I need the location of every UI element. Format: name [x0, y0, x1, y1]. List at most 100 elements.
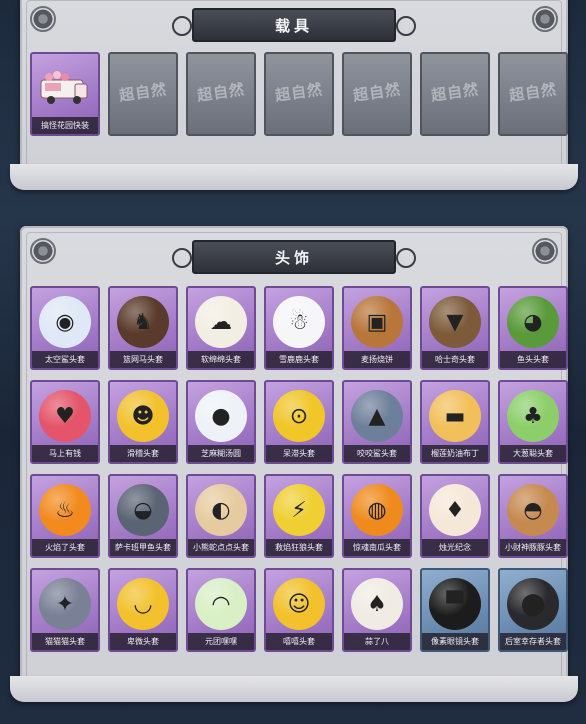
sad-head-icon: ◡ — [117, 578, 169, 630]
item-label: 火焰了头套 — [32, 539, 98, 556]
locked-watermark: 超自然 — [274, 80, 325, 105]
headwear-card[interactable]: ♥ 马上有钱 — [30, 380, 100, 464]
headwear-card[interactable]: ▲ 咬咬鲨头套 — [342, 380, 412, 464]
section-title-headwear: 头饰 — [172, 240, 416, 274]
toast-head-icon: ▣ — [351, 296, 403, 348]
item-label: 萨卡班甲鱼头套 — [110, 539, 176, 556]
vehicle-card-locked[interactable]: 超自然 — [186, 52, 256, 136]
item-label: 呆滞头套 — [266, 445, 332, 462]
headwear-card[interactable]: ◉ 太空鲨头套 — [30, 286, 100, 370]
section-title-vehicles: 载具 — [172, 8, 416, 42]
item-label: 咬咬鲨头套 — [344, 445, 410, 462]
vehicle-card-locked[interactable]: 超自然 — [498, 52, 568, 136]
item-label: 太空鲨头套 — [32, 351, 98, 368]
headwear-card[interactable]: ◐ 小熊蛇点点头套 — [186, 474, 256, 558]
cat-head-icon: ✦ — [39, 578, 91, 630]
headwear-card[interactable]: ▣ 麦扬烧饼 — [342, 286, 412, 370]
item-label: 元团嘿嘿 — [188, 633, 254, 650]
food-truck-icon — [40, 71, 88, 104]
item-label: 搞怪花园快装 — [32, 117, 98, 134]
item-label: 像素眼镜头套 — [422, 633, 488, 650]
flame-head-icon: ♨ — [39, 484, 91, 536]
item-label: 哈士奇头套 — [422, 351, 488, 368]
vehicle-card-locked[interactable]: 超自然 — [108, 52, 178, 136]
shark-head-icon: ◉ — [39, 296, 91, 348]
item-label: 救焰狂狼头套 — [266, 539, 332, 556]
headwear-grid: ◉ 太空鲨头套 ♞ 篮网马头套 ☁ 软绵绵头套 ☃ 雪鹿鹿头套 ▣ 麦扬烧饼 ▼ 哈士奇头套 ◕ 鱼头头套… — [30, 286, 568, 652]
vehicle-card-locked[interactable]: 超自然 — [342, 52, 412, 136]
locked-watermark: 超自然 — [196, 80, 247, 105]
vehicle-card[interactable]: 搞怪花园快装 — [30, 52, 100, 136]
item-label: 软绵绵头套 — [188, 351, 254, 368]
item-label: 大葱聪头套 — [500, 445, 566, 462]
dumpling-head-icon: ● — [195, 390, 247, 442]
vehicle-card-locked[interactable]: 超自然 — [420, 52, 490, 136]
headwear-card[interactable]: ♦ 烛光纪念 — [420, 474, 490, 558]
locked-watermark: 超自然 — [430, 80, 481, 105]
headwear-card[interactable]: ◡ 卑微头套 — [108, 568, 178, 652]
headwear-card[interactable]: ● 芝麻糊汤圆 — [186, 380, 256, 464]
headwear-card[interactable]: ◓ 小财神豚豚头套 — [498, 474, 568, 558]
corner-emblem-icon — [30, 238, 56, 264]
headwear-card[interactable]: ☻ 滑稽头套 — [108, 380, 178, 464]
headwear-card[interactable]: ⊙ 呆滞头套 — [264, 380, 334, 464]
headwear-card[interactable]: ◠ 元团嘿嘿 — [186, 568, 256, 652]
corner-emblem-icon — [30, 6, 56, 32]
scroll-edge — [10, 164, 578, 190]
headwear-card[interactable]: ⬤ 后室幸存者头套 — [498, 568, 568, 652]
item-label: 麦扬烧饼 — [344, 351, 410, 368]
headwear-card[interactable]: ✦ 猫猫猫头套 — [30, 568, 100, 652]
item-label: 鱼头头套 — [500, 351, 566, 368]
locked-watermark: 超自然 — [508, 80, 559, 105]
item-label: 猫猫猫头套 — [32, 633, 98, 650]
stare-head-icon: ⊙ — [273, 390, 325, 442]
headwear-card[interactable]: ▀ 像素眼镜头套 — [420, 568, 490, 652]
item-label: 榴莲奶油布丁 — [422, 445, 488, 462]
cloud-head-icon: ☁ — [195, 296, 247, 348]
candle-head-icon: ♦ — [429, 484, 481, 536]
fish-gray-head-icon: ◒ — [117, 484, 169, 536]
capybara-head-icon: ◓ — [507, 484, 559, 536]
pika-head-icon: ⚡ — [273, 484, 325, 536]
scroll-edge — [10, 676, 578, 702]
item-label: 卑微头套 — [110, 633, 176, 650]
headwear-card[interactable]: ♠ 蒜了八 — [342, 568, 412, 652]
headwear-card[interactable]: ☃ 雪鹿鹿头套 — [264, 286, 334, 370]
item-label: 滑稽头套 — [110, 445, 176, 462]
headwear-card[interactable]: ◒ 萨卡班甲鱼头套 — [108, 474, 178, 558]
headwear-card[interactable]: ▼ 哈士奇头套 — [420, 286, 490, 370]
headwear-card[interactable]: ♞ 篮网马头套 — [108, 286, 178, 370]
headwear-panel: 头饰 ◉ 太空鲨头套 ♞ 篮网马头套 ☁ 软绵绵头套 ☃ 雪鹿鹿头套 ▣ 麦扬烧饼 ▼ 哈士奇头套 ◕ 鱼… — [10, 226, 578, 702]
headwear-card[interactable]: ☺ 嘻嘻头套 — [264, 568, 334, 652]
item-label: 小财神豚豚头套 — [500, 539, 566, 556]
item-label: 篮网马头套 — [110, 351, 176, 368]
headwear-card[interactable]: ▬ 榴莲奶油布丁 — [420, 380, 490, 464]
item-label: 烛光纪念 — [422, 539, 488, 556]
headwear-card[interactable]: ♣ 大葱聪头套 — [498, 380, 568, 464]
vehicle-card-locked[interactable]: 超自然 — [264, 52, 334, 136]
item-label: 芝麻糊汤圆 — [188, 445, 254, 462]
pig-head-icon: ♥ — [39, 390, 91, 442]
corner-emblem-icon — [532, 6, 558, 32]
headwear-card[interactable]: ◍ 惊魂南瓜头套 — [342, 474, 412, 558]
pudding-head-icon: ▬ — [429, 390, 481, 442]
item-label: 马上有钱 — [32, 445, 98, 462]
headwear-card[interactable]: ☁ 软绵绵头套 — [186, 286, 256, 370]
item-label: 雪鹿鹿头套 — [266, 351, 332, 368]
garlic-head-icon: ♠ — [351, 578, 403, 630]
bite-shark-icon: ▲ — [351, 390, 403, 442]
rice-ball-icon: ◠ — [195, 578, 247, 630]
item-label: 后室幸存者头套 — [500, 633, 566, 650]
pumpkin-head-icon: ◍ — [351, 484, 403, 536]
headwear-card[interactable]: ◕ 鱼头头套 — [498, 286, 568, 370]
snake-head-icon: ◐ — [195, 484, 247, 536]
headwear-card[interactable]: ♨ 火焰了头套 — [30, 474, 100, 558]
smile-head-icon: ☻ — [117, 390, 169, 442]
scallion-head-icon: ♣ — [507, 390, 559, 442]
vehicle-grid: 搞怪花园快装 超自然 超自然 超自然 超自然 超自然 超自然 — [30, 52, 568, 136]
item-label: 嘻嘻头套 — [266, 633, 332, 650]
pixel-glasses-icon: ▀ — [429, 578, 481, 630]
fish-head-icon: ◕ — [507, 296, 559, 348]
headwear-card[interactable]: ⚡ 救焰狂狼头套 — [264, 474, 334, 558]
vehicles-panel: 载具 搞怪花园快装 超自然 超自然 超自然 超自然 超自然 超自然 — [10, 0, 578, 190]
